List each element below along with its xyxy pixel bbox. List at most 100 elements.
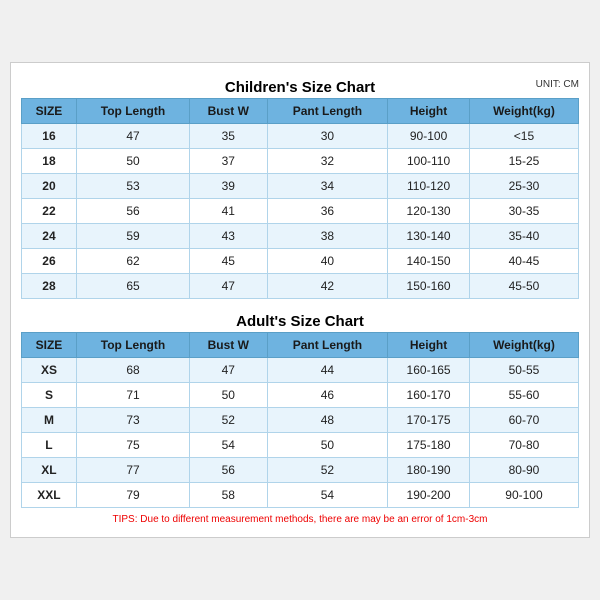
table-row: 24594338130-14035-40 — [22, 224, 579, 249]
table-cell: 35 — [190, 124, 268, 149]
table-cell: 71 — [76, 383, 189, 408]
table-cell: L — [22, 433, 77, 458]
table-cell: 140-150 — [388, 249, 470, 274]
table-cell: 80-90 — [469, 458, 578, 483]
table-cell: 53 — [76, 174, 189, 199]
table-cell: 90-100 — [469, 483, 578, 508]
adults-col-header: SIZE — [22, 333, 77, 358]
table-cell: 15-25 — [469, 149, 578, 174]
table-cell: 65 — [76, 274, 189, 299]
table-row: 22564136120-13030-35 — [22, 199, 579, 224]
table-cell: S — [22, 383, 77, 408]
table-cell: 110-120 — [388, 174, 470, 199]
table-cell: 25-30 — [469, 174, 578, 199]
adults-table-header: SIZETop LengthBust WPant LengthHeightWei… — [22, 333, 579, 358]
table-cell: 56 — [190, 458, 268, 483]
children-header-row: SIZETop LengthBust WPant LengthHeightWei… — [22, 99, 579, 124]
table-cell: 16 — [22, 124, 77, 149]
table-cell: 43 — [190, 224, 268, 249]
adults-col-header: Height — [388, 333, 470, 358]
table-cell: 30 — [267, 124, 388, 149]
table-cell: 73 — [76, 408, 189, 433]
table-row: 1647353090-100<15 — [22, 124, 579, 149]
table-cell: 24 — [22, 224, 77, 249]
table-cell: 175-180 — [388, 433, 470, 458]
table-cell: 52 — [267, 458, 388, 483]
children-col-header: Weight(kg) — [469, 99, 578, 124]
table-cell: 79 — [76, 483, 189, 508]
table-cell: 35-40 — [469, 224, 578, 249]
table-cell: 46 — [267, 383, 388, 408]
chart-container: Children's Size Chart UNIT: CM SIZETop L… — [10, 62, 590, 538]
table-cell: 44 — [267, 358, 388, 383]
table-cell: 45-50 — [469, 274, 578, 299]
children-table-header: SIZETop LengthBust WPant LengthHeightWei… — [22, 99, 579, 124]
table-cell: XS — [22, 358, 77, 383]
table-cell: 60-70 — [469, 408, 578, 433]
table-cell: 62 — [76, 249, 189, 274]
table-cell: 190-200 — [388, 483, 470, 508]
table-cell: <15 — [469, 124, 578, 149]
table-cell: 50 — [267, 433, 388, 458]
table-cell: XL — [22, 458, 77, 483]
table-cell: 36 — [267, 199, 388, 224]
table-cell: 38 — [267, 224, 388, 249]
table-cell: 39 — [190, 174, 268, 199]
table-cell: 48 — [267, 408, 388, 433]
table-cell: 28 — [22, 274, 77, 299]
table-cell: 75 — [76, 433, 189, 458]
table-cell: 30-35 — [469, 199, 578, 224]
table-cell: 70-80 — [469, 433, 578, 458]
table-cell: 52 — [190, 408, 268, 433]
table-cell: 41 — [190, 199, 268, 224]
table-cell: 47 — [190, 358, 268, 383]
adults-table: SIZETop LengthBust WPant LengthHeightWei… — [21, 332, 579, 508]
table-cell: 50 — [190, 383, 268, 408]
table-cell: 120-130 — [388, 199, 470, 224]
adults-col-header: Bust W — [190, 333, 268, 358]
children-col-header: Pant Length — [267, 99, 388, 124]
table-cell: 130-140 — [388, 224, 470, 249]
table-cell: 58 — [190, 483, 268, 508]
table-cell: M — [22, 408, 77, 433]
table-cell: 55-60 — [469, 383, 578, 408]
table-cell: 54 — [190, 433, 268, 458]
table-row: M735248170-17560-70 — [22, 408, 579, 433]
table-row: XS684744160-16550-55 — [22, 358, 579, 383]
children-col-header: Top Length — [76, 99, 189, 124]
table-cell: 47 — [190, 274, 268, 299]
children-col-header: SIZE — [22, 99, 77, 124]
table-cell: 59 — [76, 224, 189, 249]
table-row: 26624540140-15040-45 — [22, 249, 579, 274]
table-cell: 180-190 — [388, 458, 470, 483]
adults-header-row: SIZETop LengthBust WPant LengthHeightWei… — [22, 333, 579, 358]
table-cell: 50 — [76, 149, 189, 174]
children-table: SIZETop LengthBust WPant LengthHeightWei… — [21, 98, 579, 299]
children-title: Children's Size Chart — [225, 79, 375, 96]
table-cell: 150-160 — [388, 274, 470, 299]
table-row: 28654742150-16045-50 — [22, 274, 579, 299]
tips-text: TIPS: Due to different measurement metho… — [21, 508, 579, 527]
table-row: 18503732100-11015-25 — [22, 149, 579, 174]
table-row: XXL795854190-20090-100 — [22, 483, 579, 508]
adults-col-header: Pant Length — [267, 333, 388, 358]
table-cell: 32 — [267, 149, 388, 174]
table-row: L755450175-18070-80 — [22, 433, 579, 458]
adults-col-header: Weight(kg) — [469, 333, 578, 358]
children-section-title: Children's Size Chart UNIT: CM — [21, 73, 579, 98]
table-cell: 20 — [22, 174, 77, 199]
table-cell: 40-45 — [469, 249, 578, 274]
children-col-header: Bust W — [190, 99, 268, 124]
table-cell: 26 — [22, 249, 77, 274]
table-cell: 34 — [267, 174, 388, 199]
table-cell: 37 — [190, 149, 268, 174]
table-cell: 18 — [22, 149, 77, 174]
table-cell: 50-55 — [469, 358, 578, 383]
table-cell: 160-165 — [388, 358, 470, 383]
adults-col-header: Top Length — [76, 333, 189, 358]
adults-section-title: Adult's Size Chart — [21, 307, 579, 332]
table-cell: 47 — [76, 124, 189, 149]
table-cell: 54 — [267, 483, 388, 508]
children-table-body: 1647353090-100<1518503732100-11015-25205… — [22, 124, 579, 299]
adults-table-body: XS684744160-16550-55S715046160-17055-60M… — [22, 358, 579, 508]
